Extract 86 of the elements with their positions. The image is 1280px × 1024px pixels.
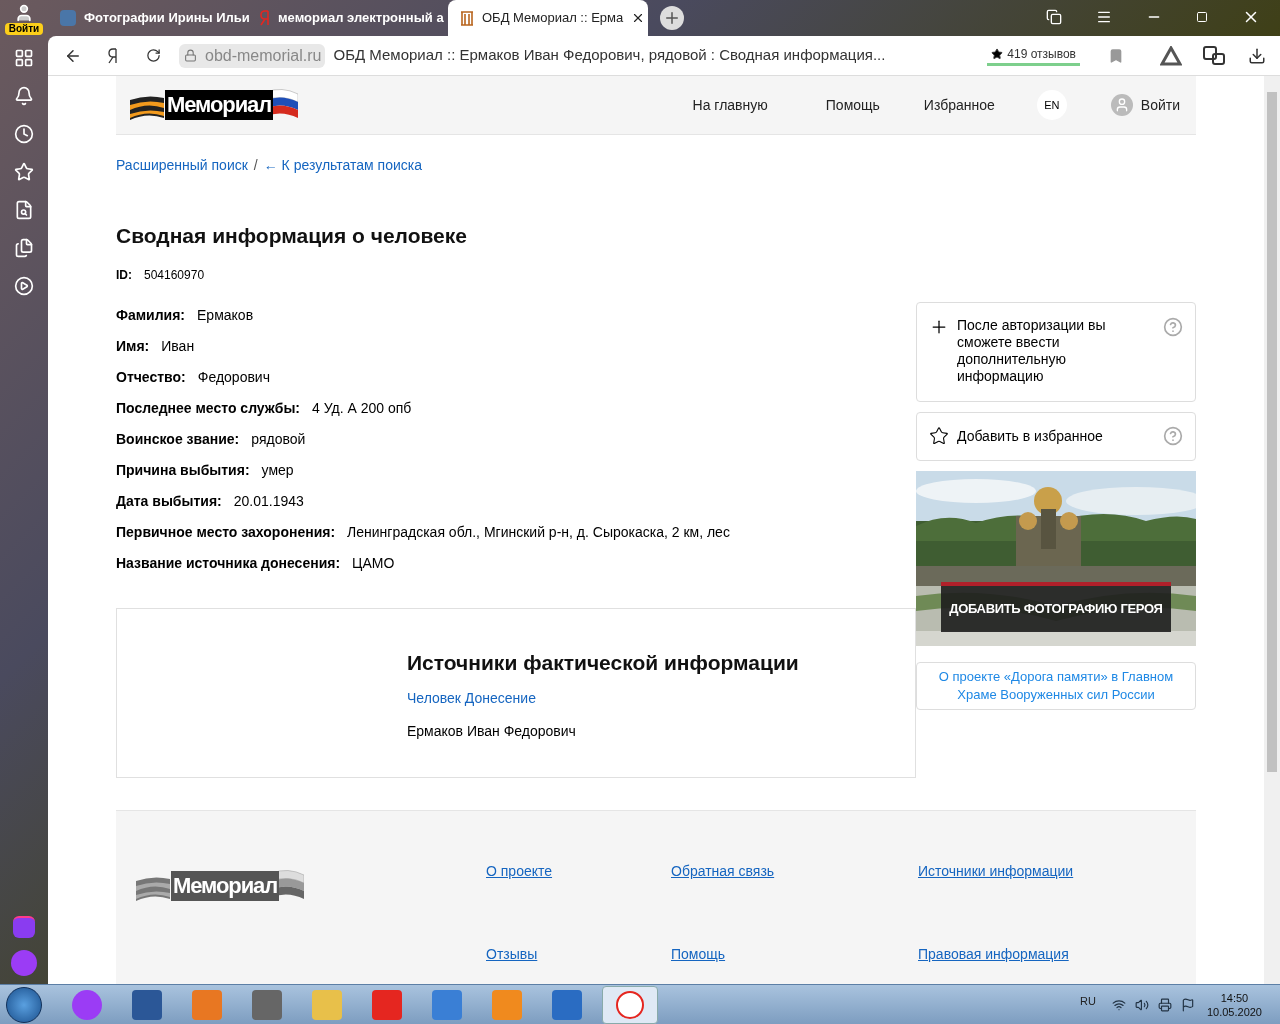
site-logo[interactable]: Мемориал [130,80,298,130]
flag-icon[interactable] [1180,997,1195,1012]
download-icon[interactable] [1248,46,1266,65]
project-link[interactable]: О проекте «Дорога памяти» в Главном Храме Вооруженных сил России [916,661,1196,710]
footer-link[interactable]: Источники информации [918,860,1118,926]
taskbar-app-icon[interactable] [552,989,582,1020]
source-name: Ермаков Иван Федорович [407,722,577,741]
browser-tab[interactable]: мемориал электронный а [248,0,448,36]
play-icon[interactable] [14,276,34,296]
field-label: Фамилия: [116,305,186,324]
field-value: 20.01.1943 [233,491,304,510]
footer-link[interactable]: Обратная связь [671,860,918,926]
field-value: 4 Уд. А 200 опб [312,398,412,417]
footer-link[interactable]: Помощь [671,944,918,984]
breadcrumb-link[interactable]: ← К результатам поиска [263,155,422,176]
taskbar-app-icon[interactable] [252,989,282,1020]
field-label: ID: [116,266,132,284]
lock-icon[interactable] [179,43,201,68]
avatar-icon [14,3,34,23]
assistant-icon[interactable] [72,989,102,1020]
field-label: Название источника донесения: [116,553,341,572]
letter-icon [260,10,270,26]
new-tab-button[interactable] [660,6,684,30]
search-document-icon[interactable] [14,200,34,220]
field-value: умер [261,460,294,479]
footer-link[interactable]: Отзывы [486,944,671,984]
network-icon[interactable] [1111,997,1126,1012]
nav-link[interactable]: Избранное [923,94,995,116]
browser-tab[interactable]: Фотографии Ирины Ильи [48,0,248,36]
star-icon [929,426,949,446]
field-label: Первичное место захоронения: [116,522,336,541]
reload-icon[interactable] [146,48,161,63]
taskbar-app-icon[interactable] [132,989,162,1020]
menu-icon[interactable] [1096,9,1112,25]
triangle-icon[interactable] [1160,45,1182,66]
restore-icon[interactable] [1196,11,1208,23]
field-value: Федорович [197,367,270,386]
field-value: Ленинградская обл., Мгинский р-н, д. Сырокаска, 2 км, лес [347,522,730,541]
source-link[interactable]: Человек Донесение [407,688,915,709]
page-title[interactable]: ОБД Мемориал :: Ермаков Иван Федорович, рядовой : Сводная информация... [333,44,886,67]
field-value: 504160970 [144,266,205,284]
login-link[interactable]: Войти [1140,94,1180,116]
favorite-button[interactable]: Добавить в избранное [916,411,1196,461]
nav-link[interactable]: На главную [692,94,768,116]
tabs-icon[interactable] [1046,9,1062,25]
volume-icon[interactable] [1134,997,1149,1012]
taskbar-app-icon[interactable] [602,985,658,1024]
page-heading: Сводная информация о человеке [116,223,468,249]
bookmark-icon[interactable] [1108,47,1124,64]
field-label: Отчество: [116,367,186,386]
gate-icon [460,10,474,26]
scrollbar[interactable] [1264,76,1280,984]
field-value: рядовой [251,429,306,448]
field-label: Причина выбытия: [116,460,250,479]
reviews-badge[interactable]: 419 отзывов [987,45,1080,66]
field-value: ЦАМО [352,553,395,572]
collections-icon[interactable] [14,238,34,258]
star-icon[interactable] [14,162,34,182]
profile-button[interactable]: Войти [4,0,44,36]
field-label: Последнее место службы: [116,398,301,417]
footer-link[interactable]: О проекте [486,860,671,926]
language-button[interactable]: EN [1036,90,1067,120]
nav-link[interactable]: Помощь [825,94,880,116]
footer-link[interactable]: Правовая информация [918,944,1118,984]
breadcrumb-separator: / [253,156,258,175]
apps-icon[interactable] [14,48,34,68]
field-label: Имя: [116,336,150,355]
add-photo-button[interactable]: ДОБАВИТЬ ФОТОГРАФИЮ ГЕРОЯ [941,581,1171,632]
footer-logo[interactable]: Мемориал [136,860,304,911]
field-label: Воинское звание: [116,429,240,448]
breadcrumb-link[interactable]: Расширенный поиск [116,155,248,176]
browser-tab[interactable]: ОБД Мемориал :: Ерма [448,0,648,36]
bell-icon[interactable] [14,86,34,106]
star-icon [991,48,1004,60]
sources-heading: Источники фактической информации [407,649,800,676]
clock[interactable]: 14:50 10.05.2020 [1206,990,1262,1019]
field-label: Дата выбытия: [116,491,222,510]
plus-icon [663,9,681,27]
auth-note: После авторизации вы сможете ввести дополнительную информацию [957,316,1107,385]
field-value: Ермаков [197,305,254,324]
history-icon[interactable] [14,124,34,144]
printer-icon[interactable] [1157,997,1172,1012]
field-value: Иван [161,336,195,355]
assistant-icon[interactable] [13,916,35,938]
language-indicator[interactable]: RU [1080,993,1096,1010]
start-button[interactable] [6,986,42,1023]
